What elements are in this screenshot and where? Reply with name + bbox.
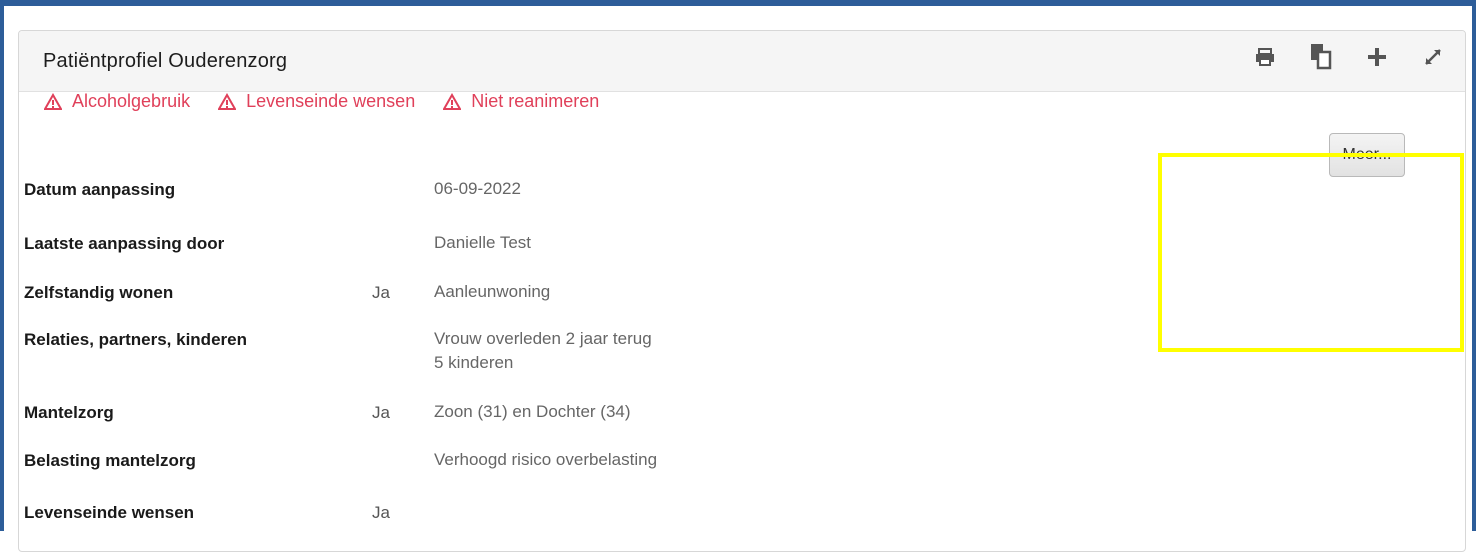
alert-label: Levenseinde wensen: [246, 91, 416, 111]
header-toolbar: [1251, 39, 1447, 75]
plus-icon[interactable]: [1363, 39, 1391, 75]
meer-button[interactable]: Meer...: [1329, 133, 1405, 177]
field-label: Laatste aanpassing door: [24, 234, 225, 253]
alerts-list: Alcoholgebruik Levenseinde wensen Niet r…: [44, 91, 599, 112]
frame-left-border: [0, 0, 4, 531]
field-label: Levenseinde wensen: [24, 503, 195, 522]
warning-icon: [44, 92, 62, 110]
alert-alcoholgebruik[interactable]: Alcoholgebruik: [44, 91, 190, 112]
field-value: 06-09-2022: [434, 179, 521, 198]
frame-top-border: [0, 0, 1476, 6]
field-value: Danielle Test: [434, 233, 532, 252]
field-label: Belasting mantelzorg: [24, 451, 196, 470]
field-label: Mantelzorg: [24, 403, 114, 422]
print-icon[interactable]: [1251, 39, 1279, 75]
panel-header: Patiëntprofiel Ouderenzorg: [19, 31, 1465, 92]
warning-icon: [218, 92, 237, 110]
field-value: Zoon (31) en Dochter (34): [434, 402, 631, 421]
field-label: Datum aanpassing: [24, 180, 176, 199]
frame-right-border: [1472, 0, 1476, 531]
panel-title: Patiëntprofiel Ouderenzorg: [43, 50, 288, 72]
field-value: Vrouw overleden 2 jaar terug 5 kinderen: [434, 329, 652, 372]
field-label: Zelfstandig wonen: [24, 283, 174, 302]
alert-niet-reanimeren[interactable]: Niet reanimeren: [443, 91, 599, 112]
field-value: Verhoogd risico overbelasting: [434, 450, 658, 469]
field-value: Aanleunwoning: [434, 282, 551, 301]
alert-levenseinde-wensen[interactable]: Levenseinde wensen: [218, 91, 415, 112]
copy-icon[interactable]: [1307, 39, 1335, 75]
field-label: Relaties, partners, kinderen: [24, 330, 247, 349]
alert-label: Alcoholgebruik: [72, 91, 191, 111]
field-flag: Ja: [372, 283, 390, 302]
expand-icon[interactable]: [1419, 39, 1447, 75]
field-flag: Ja: [372, 503, 390, 522]
warning-icon: [443, 92, 462, 110]
field-flag: Ja: [372, 403, 390, 422]
alert-label: Niet reanimeren: [471, 91, 600, 111]
